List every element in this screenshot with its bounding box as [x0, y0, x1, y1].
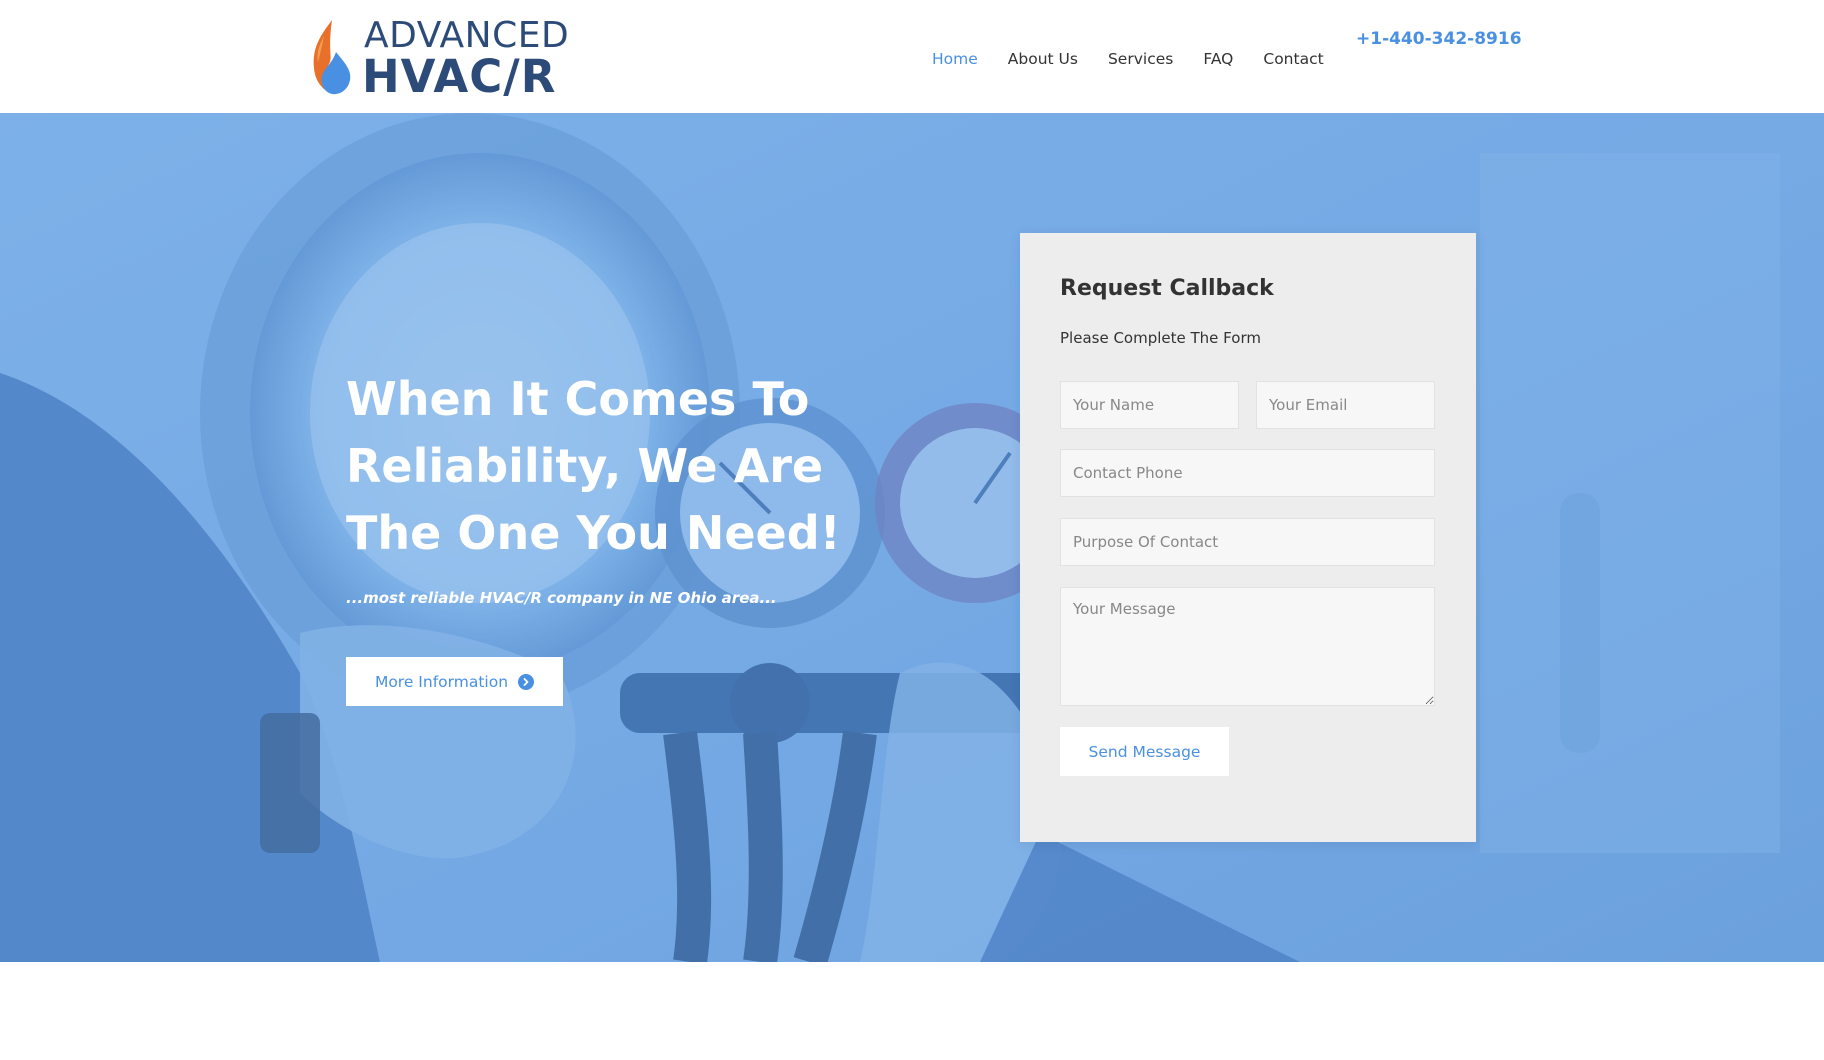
site-header: ADVANCED HVAC/R Home About Us Services F… — [0, 0, 1824, 113]
nav-item-services[interactable]: Services — [1093, 44, 1188, 74]
logo-text-hvacr: HVAC/R — [362, 50, 557, 103]
chevron-circle-right-icon — [518, 673, 535, 690]
purpose-of-contact-input[interactable] — [1060, 518, 1435, 566]
main-nav: Home About Us Services FAQ Contact — [932, 44, 1339, 74]
form-instructions: Please Complete The Form — [1060, 329, 1261, 347]
nav-item-faq[interactable]: FAQ — [1188, 44, 1248, 74]
nav-item-contact[interactable]: Contact — [1248, 44, 1338, 74]
flame-logo-icon — [313, 20, 351, 95]
more-information-label: More Information — [374, 672, 509, 691]
hero-section: When It Comes To Reliability, We Are The… — [0, 113, 1824, 962]
contact-phone-input[interactable] — [1060, 449, 1435, 497]
email-input[interactable] — [1256, 381, 1435, 429]
request-callback-form: Request Callback Please Complete The For… — [1020, 233, 1476, 842]
send-message-button[interactable]: Send Message — [1060, 727, 1229, 776]
header-phone-link[interactable]: +1-440-342-8916 — [1356, 29, 1522, 49]
message-textarea[interactable] — [1060, 587, 1435, 706]
more-information-button[interactable]: More Information — [346, 657, 563, 706]
hero-tagline: ...most reliable HVAC/R company in NE Oh… — [346, 589, 777, 607]
site-logo[interactable]: ADVANCED HVAC/R — [310, 14, 580, 103]
name-input[interactable] — [1060, 381, 1239, 429]
form-title: Request Callback — [1060, 276, 1274, 301]
hero-headline: When It Comes To Reliability, We Are The… — [346, 372, 841, 560]
nav-item-home[interactable]: Home — [932, 44, 993, 74]
nav-item-about-us[interactable]: About Us — [993, 44, 1093, 74]
